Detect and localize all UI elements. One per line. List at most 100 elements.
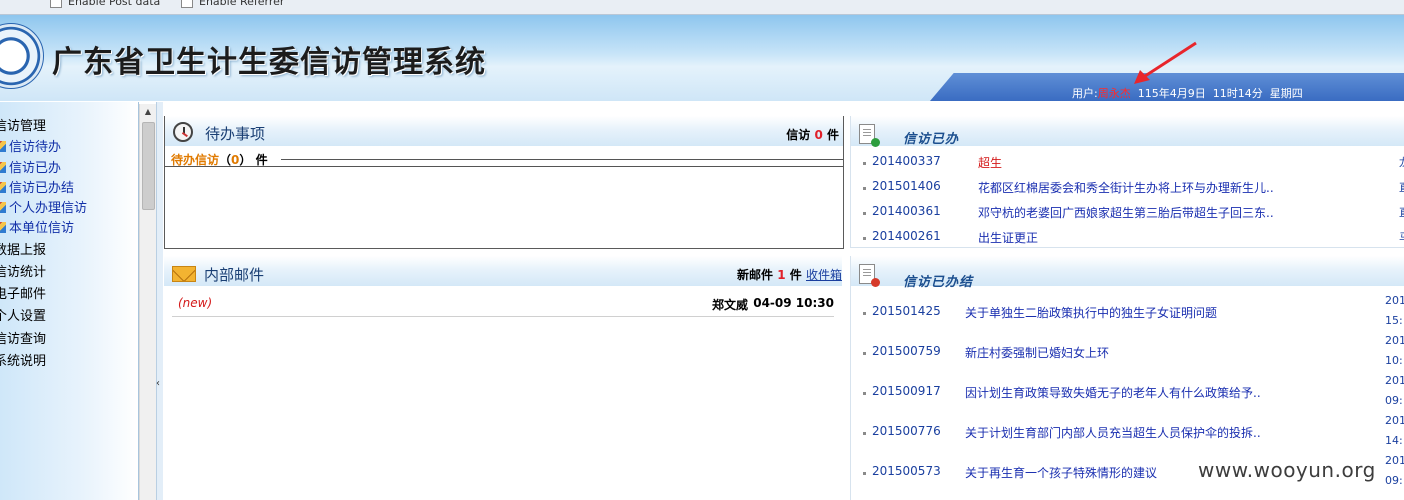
mail-sender: 郑文威 bbox=[711, 298, 748, 312]
closed-time: 10: bbox=[1385, 354, 1403, 367]
petition-number[interactable]: 201500573 bbox=[872, 464, 941, 478]
panel-title: 信访已办 bbox=[903, 132, 960, 147]
bullet bbox=[863, 352, 866, 355]
petition-number[interactable]: 201500917 bbox=[872, 384, 941, 398]
current-date: 115年4月9日 bbox=[1137, 87, 1206, 100]
petition-number[interactable]: 201400337 bbox=[872, 154, 941, 168]
sidebar-section-data-report[interactable]: 数据上报 bbox=[0, 239, 46, 258]
enable-post-data-checkbox[interactable]: Enable Post data bbox=[50, 0, 160, 8]
sidebar-section-help[interactable]: 系统说明 bbox=[0, 350, 46, 369]
sidebar-item-pending[interactable]: 信访待办 bbox=[0, 136, 61, 155]
closed-date: 201 bbox=[1385, 334, 1404, 347]
divider bbox=[851, 247, 1404, 248]
current-weekday: 星期四 bbox=[1269, 87, 1303, 100]
document-icon bbox=[0, 222, 6, 233]
scroll-thumb[interactable] bbox=[142, 122, 155, 210]
user-label: 用户: bbox=[1072, 87, 1098, 100]
mail-time: 04-09 10:30 bbox=[753, 296, 834, 310]
document-red-icon bbox=[859, 264, 880, 287]
enable-referrer-checkbox[interactable]: Enable Referrer bbox=[181, 0, 284, 8]
pending-label: 待办信访 bbox=[171, 153, 220, 167]
pending-close-paren: ） bbox=[239, 153, 252, 167]
closed-time: 15: bbox=[1385, 314, 1403, 327]
checkbox-box[interactable] bbox=[50, 0, 62, 8]
document-green-icon bbox=[859, 124, 880, 147]
panel-header: 信访已办结 bbox=[851, 256, 1404, 290]
petition-subject[interactable]: 因计划生育政策导致失婚无子的老年人有什么政策给予.. bbox=[965, 384, 1261, 401]
user-info: 用户:周永杰 115年4月9日 11时14分 星期四 bbox=[1072, 85, 1303, 101]
mail-summary: 新邮件 1 件 收件箱 bbox=[737, 266, 842, 283]
enable-post-data-label: Enable Post data bbox=[68, 0, 161, 8]
bullet bbox=[863, 187, 866, 190]
envelope-icon bbox=[172, 266, 196, 282]
emblem-logo-icon bbox=[0, 23, 44, 89]
new-mail-count: 1 bbox=[777, 268, 786, 282]
petition-number[interactable]: 201501406 bbox=[872, 179, 941, 193]
sidebar-item-closed[interactable]: 信访已办结 bbox=[0, 177, 74, 196]
sidebar-scrollbar[interactable]: ▲ bbox=[139, 104, 156, 500]
petition-subject[interactable]: 关于计划生育部门内部人员充当超生人员保护伞的投拆.. bbox=[965, 424, 1261, 441]
petition-subject[interactable]: 新庄村委强制已婚妇女上环 bbox=[965, 344, 1109, 361]
top-options-bar: Enable Post data Enable Referrer bbox=[0, 0, 1404, 15]
bullet bbox=[863, 237, 866, 240]
panel-title: 信访已办结 bbox=[903, 275, 974, 290]
sidebar-section-email[interactable]: 电子邮件 bbox=[0, 283, 46, 302]
user-name: 周永杰 bbox=[1097, 87, 1131, 100]
petition-subject[interactable]: 关于再生育一个孩子特殊情形的建议 bbox=[965, 464, 1157, 481]
inbox-link[interactable]: 收件箱 bbox=[806, 268, 842, 282]
panel-header: 待办事项 bbox=[165, 116, 843, 146]
sidebar-item-label: 个人办理信访 bbox=[9, 201, 88, 216]
document-icon bbox=[0, 162, 6, 173]
closed-date: 201 bbox=[1385, 454, 1404, 467]
petition-subject[interactable]: 出生证更正 bbox=[978, 229, 1038, 246]
bullet bbox=[863, 212, 866, 215]
sidebar-group-title[interactable]: 信访管理 bbox=[0, 115, 46, 134]
document-icon bbox=[0, 141, 6, 152]
sidebar-item-label: 信访待办 bbox=[9, 140, 62, 155]
bullet bbox=[863, 312, 866, 315]
closed-date: 201 bbox=[1385, 294, 1404, 307]
petition-subject[interactable]: 超生 bbox=[978, 154, 1002, 171]
scroll-up-icon[interactable]: ▲ bbox=[140, 104, 156, 120]
petition-subject[interactable]: 邓守杭的老婆回广西娘家超生第三胎后带超生子回三东.. bbox=[978, 204, 1274, 221]
truncated-cell: 直 bbox=[1399, 204, 1404, 220]
petition-number[interactable]: 201400361 bbox=[872, 204, 941, 218]
petition-number[interactable]: 201501425 bbox=[872, 304, 941, 318]
closed-time: 14: bbox=[1385, 434, 1403, 447]
divider bbox=[165, 166, 843, 167]
sidebar-item-handled[interactable]: 信访已办 bbox=[0, 157, 61, 176]
collapse-sidebar-icon[interactable]: ‹ bbox=[156, 378, 160, 389]
mail-item[interactable]: (new) 郑文威 04-09 10:30 bbox=[172, 296, 834, 317]
document-icon bbox=[0, 202, 6, 213]
current-time: 11时14分 bbox=[1212, 87, 1263, 100]
frame-splitter[interactable] bbox=[156, 102, 163, 500]
sidebar-section-query[interactable]: 信访查询 bbox=[0, 328, 46, 347]
todo-panel: 待办事项 信访 0 件 待办信访（ 0 ） 件 bbox=[164, 116, 844, 249]
sidebar-section-statistics[interactable]: 信访统计 bbox=[0, 261, 46, 280]
pending-open-paren: （ bbox=[219, 153, 232, 167]
mail-panel: 内部邮件 新邮件 1 件 收件箱 (new) 郑文威 04-09 10:30 bbox=[164, 256, 842, 500]
petition-number[interactable]: 201400261 bbox=[872, 229, 941, 243]
sidebar-item-unit[interactable]: 本单位信访 bbox=[0, 217, 74, 236]
watermark: www.wooyun.org bbox=[1198, 458, 1376, 482]
new-mail-label: 新邮件 bbox=[737, 268, 774, 282]
petition-subject[interactable]: 花都区红棉居委会和秀全街计生办将上环与办理新生儿.. bbox=[978, 179, 1274, 196]
new-mail-unit: 件 bbox=[789, 268, 802, 282]
checkbox-box[interactable] bbox=[181, 0, 193, 8]
petition-subject[interactable]: 关于单独生二胎政策执行中的独生子女证明问题 bbox=[965, 304, 1217, 321]
summary-unit: 件 bbox=[826, 128, 839, 142]
sidebar-section-settings[interactable]: 个人设置 bbox=[0, 305, 46, 324]
truncated-cell: 龙 bbox=[1399, 154, 1404, 170]
todo-summary: 信访 0 件 bbox=[786, 126, 839, 143]
truncated-cell: 马 bbox=[1399, 229, 1404, 245]
clock-icon bbox=[173, 122, 193, 142]
summary-count: 0 bbox=[814, 128, 823, 142]
closed-date: 201 bbox=[1385, 374, 1404, 387]
petition-number[interactable]: 201500776 bbox=[872, 424, 941, 438]
petition-number[interactable]: 201500759 bbox=[872, 344, 941, 358]
document-icon bbox=[0, 182, 6, 193]
sidebar-item-personal[interactable]: 个人办理信访 bbox=[0, 197, 87, 216]
closed-time: 09: bbox=[1385, 474, 1403, 487]
summary-label: 信访 bbox=[786, 128, 811, 142]
enable-referrer-label: Enable Referrer bbox=[199, 0, 285, 8]
